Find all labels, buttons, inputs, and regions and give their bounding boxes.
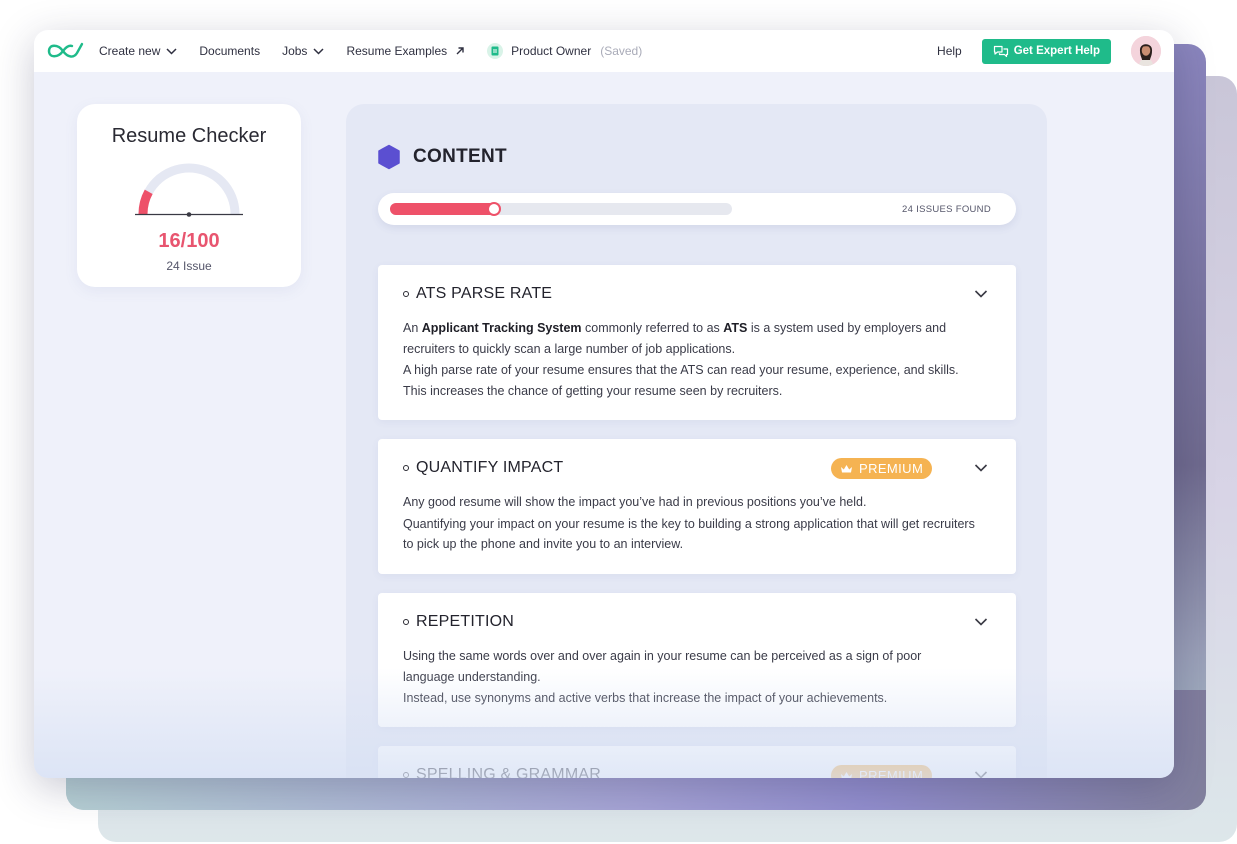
bullet-icon	[403, 465, 409, 471]
resume-checker-title: Resume Checker	[111, 125, 267, 147]
section-body: Using the same words over and over again…	[403, 646, 976, 710]
nav-documents-label: Documents	[199, 44, 261, 58]
section-paragraph: A high parse rate of your resume ensures…	[403, 363, 959, 398]
resume-checker-card: Resume Checker 16/100 24 Issue	[77, 104, 301, 287]
progress-fill	[390, 203, 496, 215]
current-document[interactable]: Product Owner (Saved)	[487, 43, 642, 59]
content-header: CONTENT	[376, 144, 507, 170]
section-paragraph: Quantifying your impact on your resume i…	[403, 516, 975, 552]
chevron-down-icon	[313, 47, 324, 55]
progress-track	[390, 202, 732, 216]
content-title: CONTENT	[413, 146, 507, 167]
bullet-icon	[403, 772, 409, 778]
section-body: An Applicant Tracking System commonly re…	[403, 318, 976, 402]
get-expert-help-label: Get Expert Help	[1013, 45, 1100, 57]
nav-jobs[interactable]: Jobs	[282, 44, 324, 58]
chevron-down-icon[interactable]	[974, 770, 988, 778]
section-title: QUANTIFY IMPACT	[416, 459, 564, 476]
chevron-down-icon	[166, 47, 177, 55]
app-window: Create new Documents Jobs Resume Example…	[34, 30, 1174, 778]
nav-create-new-label: Create new	[99, 44, 161, 58]
document-status: (Saved)	[600, 44, 643, 58]
nav-create-new[interactable]: Create new	[99, 44, 177, 58]
section-title: REPETITION	[416, 613, 515, 630]
nav-resume-examples-label: Resume Examples	[346, 44, 448, 58]
nav-jobs-label: Jobs	[282, 44, 308, 58]
section-repetition[interactable]: REPETITION Using the same words over and…	[378, 593, 1016, 727]
premium-badge[interactable]: PREMIUM	[831, 458, 933, 479]
hexagon-icon	[378, 144, 400, 170]
get-expert-help-button[interactable]: Get Expert Help	[981, 38, 1111, 64]
section-title: ATS PARSE RATE	[416, 285, 553, 302]
progress-handle[interactable]	[487, 202, 501, 216]
section-paragraph: Any good resume will show the impact you…	[403, 495, 867, 509]
document-icon	[487, 43, 504, 59]
premium-label: PREMIUM	[859, 461, 924, 476]
avatar[interactable]	[1131, 36, 1161, 66]
bullet-icon	[403, 619, 409, 625]
top-nav: Create new Documents Jobs Resume Example…	[34, 30, 1174, 72]
issues-found-label: 24 ISSUES FOUND	[902, 204, 991, 215]
document-name: Product Owner	[511, 44, 592, 58]
nav-resume-examples[interactable]: Resume Examples	[346, 44, 465, 58]
section-body: Any good resume will show the impact you…	[403, 492, 976, 556]
premium-label: PREMIUM	[859, 768, 924, 778]
chat-icon	[993, 45, 1009, 58]
section-paragraph: An Applicant Tracking System commonly re…	[403, 321, 947, 356]
crown-icon	[840, 464, 853, 474]
section-quantify-impact[interactable]: QUANTIFY IMPACT PREMIUM Any good resume …	[378, 439, 1016, 574]
external-link-icon	[455, 46, 465, 56]
premium-badge[interactable]: PREMIUM	[831, 765, 933, 778]
logo-icon[interactable]	[46, 40, 86, 62]
issue-count: 24 Issue	[166, 259, 212, 273]
help-link[interactable]: Help	[937, 44, 962, 58]
section-spelling-grammar[interactable]: SPELLING & GRAMMAR PREMIUM	[378, 746, 1016, 778]
section-paragraph: Using the same words over and over again…	[403, 649, 922, 684]
section-title: SPELLING & GRAMMAR	[416, 766, 601, 778]
chevron-down-icon[interactable]	[974, 463, 988, 473]
section-paragraph: Instead, use synonyms and active verbs t…	[403, 691, 888, 705]
content-panel: CONTENT 24 ISSUES FOUND ATS PARSE RATE A…	[346, 104, 1047, 778]
section-ats-parse-rate[interactable]: ATS PARSE RATE An Applicant Tracking Sys…	[378, 265, 1016, 420]
resume-score: 16/100	[158, 230, 220, 252]
chevron-down-icon[interactable]	[974, 289, 988, 299]
nav-documents[interactable]: Documents	[199, 44, 260, 58]
chevron-down-icon[interactable]	[974, 617, 988, 627]
bullet-icon	[403, 291, 409, 297]
issues-progress: 24 ISSUES FOUND	[378, 193, 1016, 225]
crown-icon	[840, 771, 853, 778]
score-gauge	[135, 163, 243, 217]
